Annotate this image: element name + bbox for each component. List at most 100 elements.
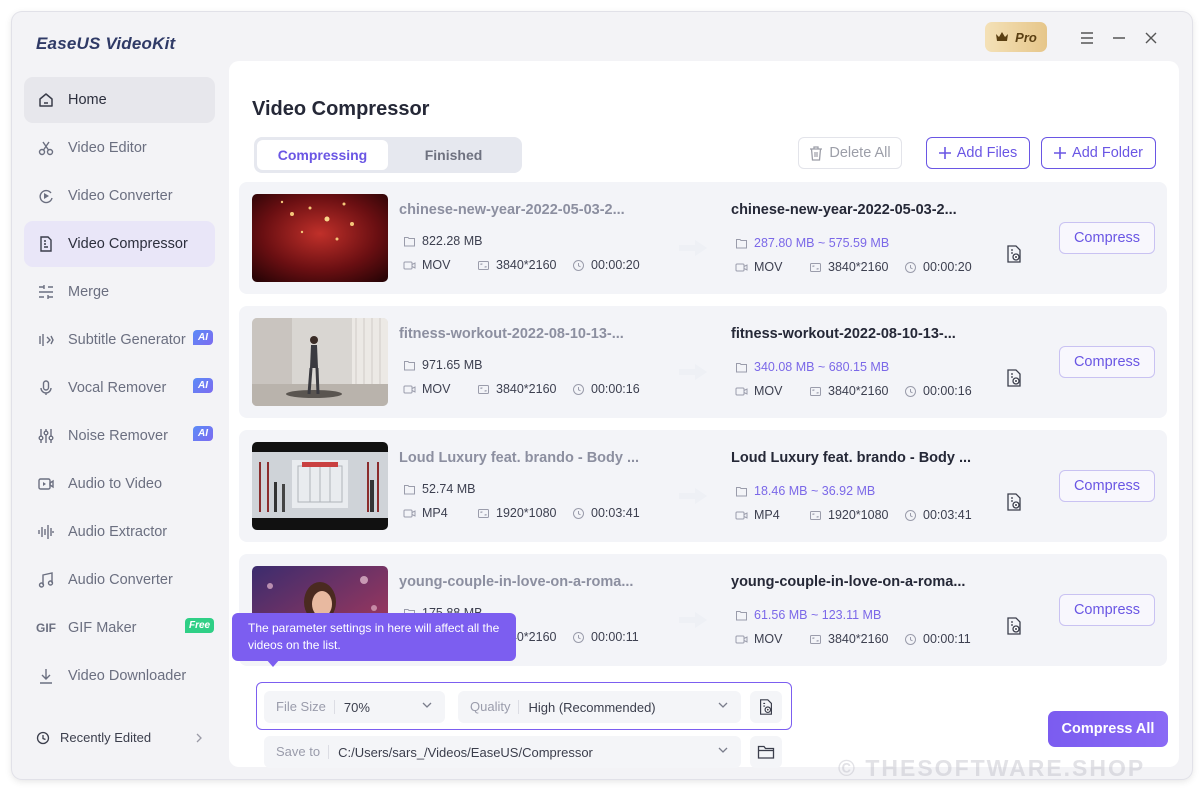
ai-badge: AI xyxy=(193,330,213,345)
output-duration: 00:00:11 xyxy=(904,632,971,646)
add-files-label: Add Files xyxy=(956,145,1018,161)
recently-edited-label: Recently Edited xyxy=(60,730,152,745)
sidebar-item-video-downloader[interactable]: Video Downloader xyxy=(24,653,215,699)
resolution-value: 3840*2160 xyxy=(496,382,557,396)
add-folder-button[interactable]: Add Folder xyxy=(1041,137,1156,169)
sidebar-item-audio-to-video[interactable]: Audio to Video xyxy=(24,461,215,507)
file-icon xyxy=(404,236,415,246)
sidebar-item-home[interactable]: Home xyxy=(24,77,215,123)
list-item: Loud Luxury feat. brando - Body ... 52.7… xyxy=(239,430,1167,542)
output-format: MOV xyxy=(735,632,782,646)
sidebar-label: Audio to Video xyxy=(68,476,163,492)
plus-icon xyxy=(1054,147,1067,159)
output-settings-icon[interactable] xyxy=(1004,492,1024,512)
resolution-value: 3840*2160 xyxy=(828,260,889,274)
source-format: MOV xyxy=(403,382,450,396)
source-resolution: 3840*2160 xyxy=(477,258,556,272)
sidebar-item-video-compressor[interactable]: Video Compressor xyxy=(24,221,215,267)
gif-icon: GIF xyxy=(36,621,56,635)
video-format-icon xyxy=(403,261,416,269)
file-size-select[interactable]: File Size 70% xyxy=(264,691,445,723)
tab-finished[interactable]: Finished xyxy=(388,140,519,170)
app-logo: EaseUS VideoKit xyxy=(36,34,176,53)
sidebar-item-vocal-remover[interactable]: Vocal Remover xyxy=(24,365,215,411)
compress-button[interactable]: Compress xyxy=(1059,470,1155,502)
tab-compressing[interactable]: Compressing xyxy=(257,140,388,170)
file-icon xyxy=(736,238,747,248)
sidebar-item-audio-extractor[interactable]: Audio Extractor xyxy=(24,509,215,555)
resolution-icon xyxy=(810,386,821,396)
compress-file-icon xyxy=(36,234,56,254)
sidebar-label: Video Converter xyxy=(68,188,173,204)
pro-button[interactable]: Pro xyxy=(985,22,1047,52)
browse-folder-button[interactable] xyxy=(750,736,782,768)
menu-icon[interactable] xyxy=(1074,25,1100,51)
output-size: 287.80 MB ~ 575.59 MB xyxy=(735,236,889,250)
compress-all-button[interactable]: Compress All xyxy=(1048,711,1168,747)
duration-value: 00:00:16 xyxy=(591,382,640,396)
source-format: MOV xyxy=(403,258,450,272)
save-to-select[interactable]: Save to C:/Users/sars_/Videos/EaseUS/Com… xyxy=(264,736,741,768)
resolution-icon xyxy=(810,510,821,520)
delete-all-button[interactable]: Delete All xyxy=(798,137,902,169)
quality-label: Quality xyxy=(458,700,520,714)
scissors-icon xyxy=(36,138,56,158)
format-value: MP4 xyxy=(422,506,448,520)
advanced-settings-button[interactable] xyxy=(750,691,782,723)
sidebar-item-audio-converter[interactable]: Audio Converter xyxy=(24,557,215,603)
sidebar-item-subtitle-generator[interactable]: Subtitle Generator xyxy=(24,317,215,363)
format-value: MOV xyxy=(422,382,451,396)
compress-button[interactable]: Compress xyxy=(1059,222,1155,254)
output-settings-icon[interactable] xyxy=(1004,368,1024,388)
convert-icon xyxy=(36,186,56,206)
clock-icon xyxy=(573,383,584,395)
download-icon xyxy=(36,666,56,686)
output-size: 340.08 MB ~ 680.15 MB xyxy=(735,360,889,374)
output-size-value: 287.80 MB ~ 575.59 MB xyxy=(754,236,890,250)
sidebar-item-video-editor[interactable]: Video Editor xyxy=(24,125,215,171)
close-icon[interactable] xyxy=(1138,25,1164,51)
output-size-value: 18.46 MB ~ 36.92 MB xyxy=(754,484,876,498)
clock-icon xyxy=(905,385,916,397)
tooltip-pointer xyxy=(266,659,280,667)
sidebar-label: Vocal Remover xyxy=(68,380,167,396)
output-size: 18.46 MB ~ 36.92 MB xyxy=(735,484,875,498)
video-format-icon xyxy=(403,509,416,517)
clock-icon xyxy=(573,631,584,643)
sidebar-item-noise-remover[interactable]: Noise Remover xyxy=(24,413,215,459)
waveform-icon xyxy=(36,522,56,542)
arrow-right-icon xyxy=(679,364,707,380)
video-thumbnail xyxy=(252,318,388,406)
output-duration: 00:00:20 xyxy=(904,260,972,274)
sidebar-label: Audio Converter xyxy=(68,572,173,588)
sidebar-label: Video Editor xyxy=(68,140,147,156)
source-resolution: 3840*2160 xyxy=(477,382,556,396)
clock-icon xyxy=(905,261,916,273)
resolution-icon xyxy=(478,384,489,394)
output-format: MOV xyxy=(735,384,782,398)
list-item: fitness-workout-2022-08-10-13-... 971.65… xyxy=(239,306,1167,418)
add-files-button[interactable]: Add Files xyxy=(926,137,1030,169)
quality-select[interactable]: Quality High (Recommended) xyxy=(458,691,741,723)
sidebar-item-video-converter[interactable]: Video Converter xyxy=(24,173,215,219)
minimize-icon[interactable] xyxy=(1106,25,1132,51)
resolution-icon xyxy=(478,260,489,270)
output-settings-icon[interactable] xyxy=(1004,616,1024,636)
output-file-name: young-couple-in-love-on-a-roma... xyxy=(731,574,966,590)
compress-button[interactable]: Compress xyxy=(1059,346,1155,378)
clock-icon xyxy=(573,507,584,519)
output-size: 61.56 MB ~ 123.11 MB xyxy=(735,608,881,622)
source-duration: 00:00:16 xyxy=(572,382,640,396)
output-settings-icon[interactable] xyxy=(1004,244,1024,264)
free-badge: Free xyxy=(185,618,215,633)
output-file-name: fitness-workout-2022-08-10-13-... xyxy=(731,326,956,342)
output-size-value: 340.08 MB ~ 680.15 MB xyxy=(754,360,890,374)
sidebar-item-merge[interactable]: Merge xyxy=(24,269,215,315)
video-format-icon xyxy=(735,511,748,519)
recently-edited[interactable]: Recently Edited xyxy=(36,730,206,745)
format-value: MP4 xyxy=(754,508,780,522)
sidebar-label: Merge xyxy=(68,284,110,300)
compress-button[interactable]: Compress xyxy=(1059,594,1155,626)
arrow-right-icon xyxy=(679,488,707,504)
file-icon xyxy=(736,610,747,620)
